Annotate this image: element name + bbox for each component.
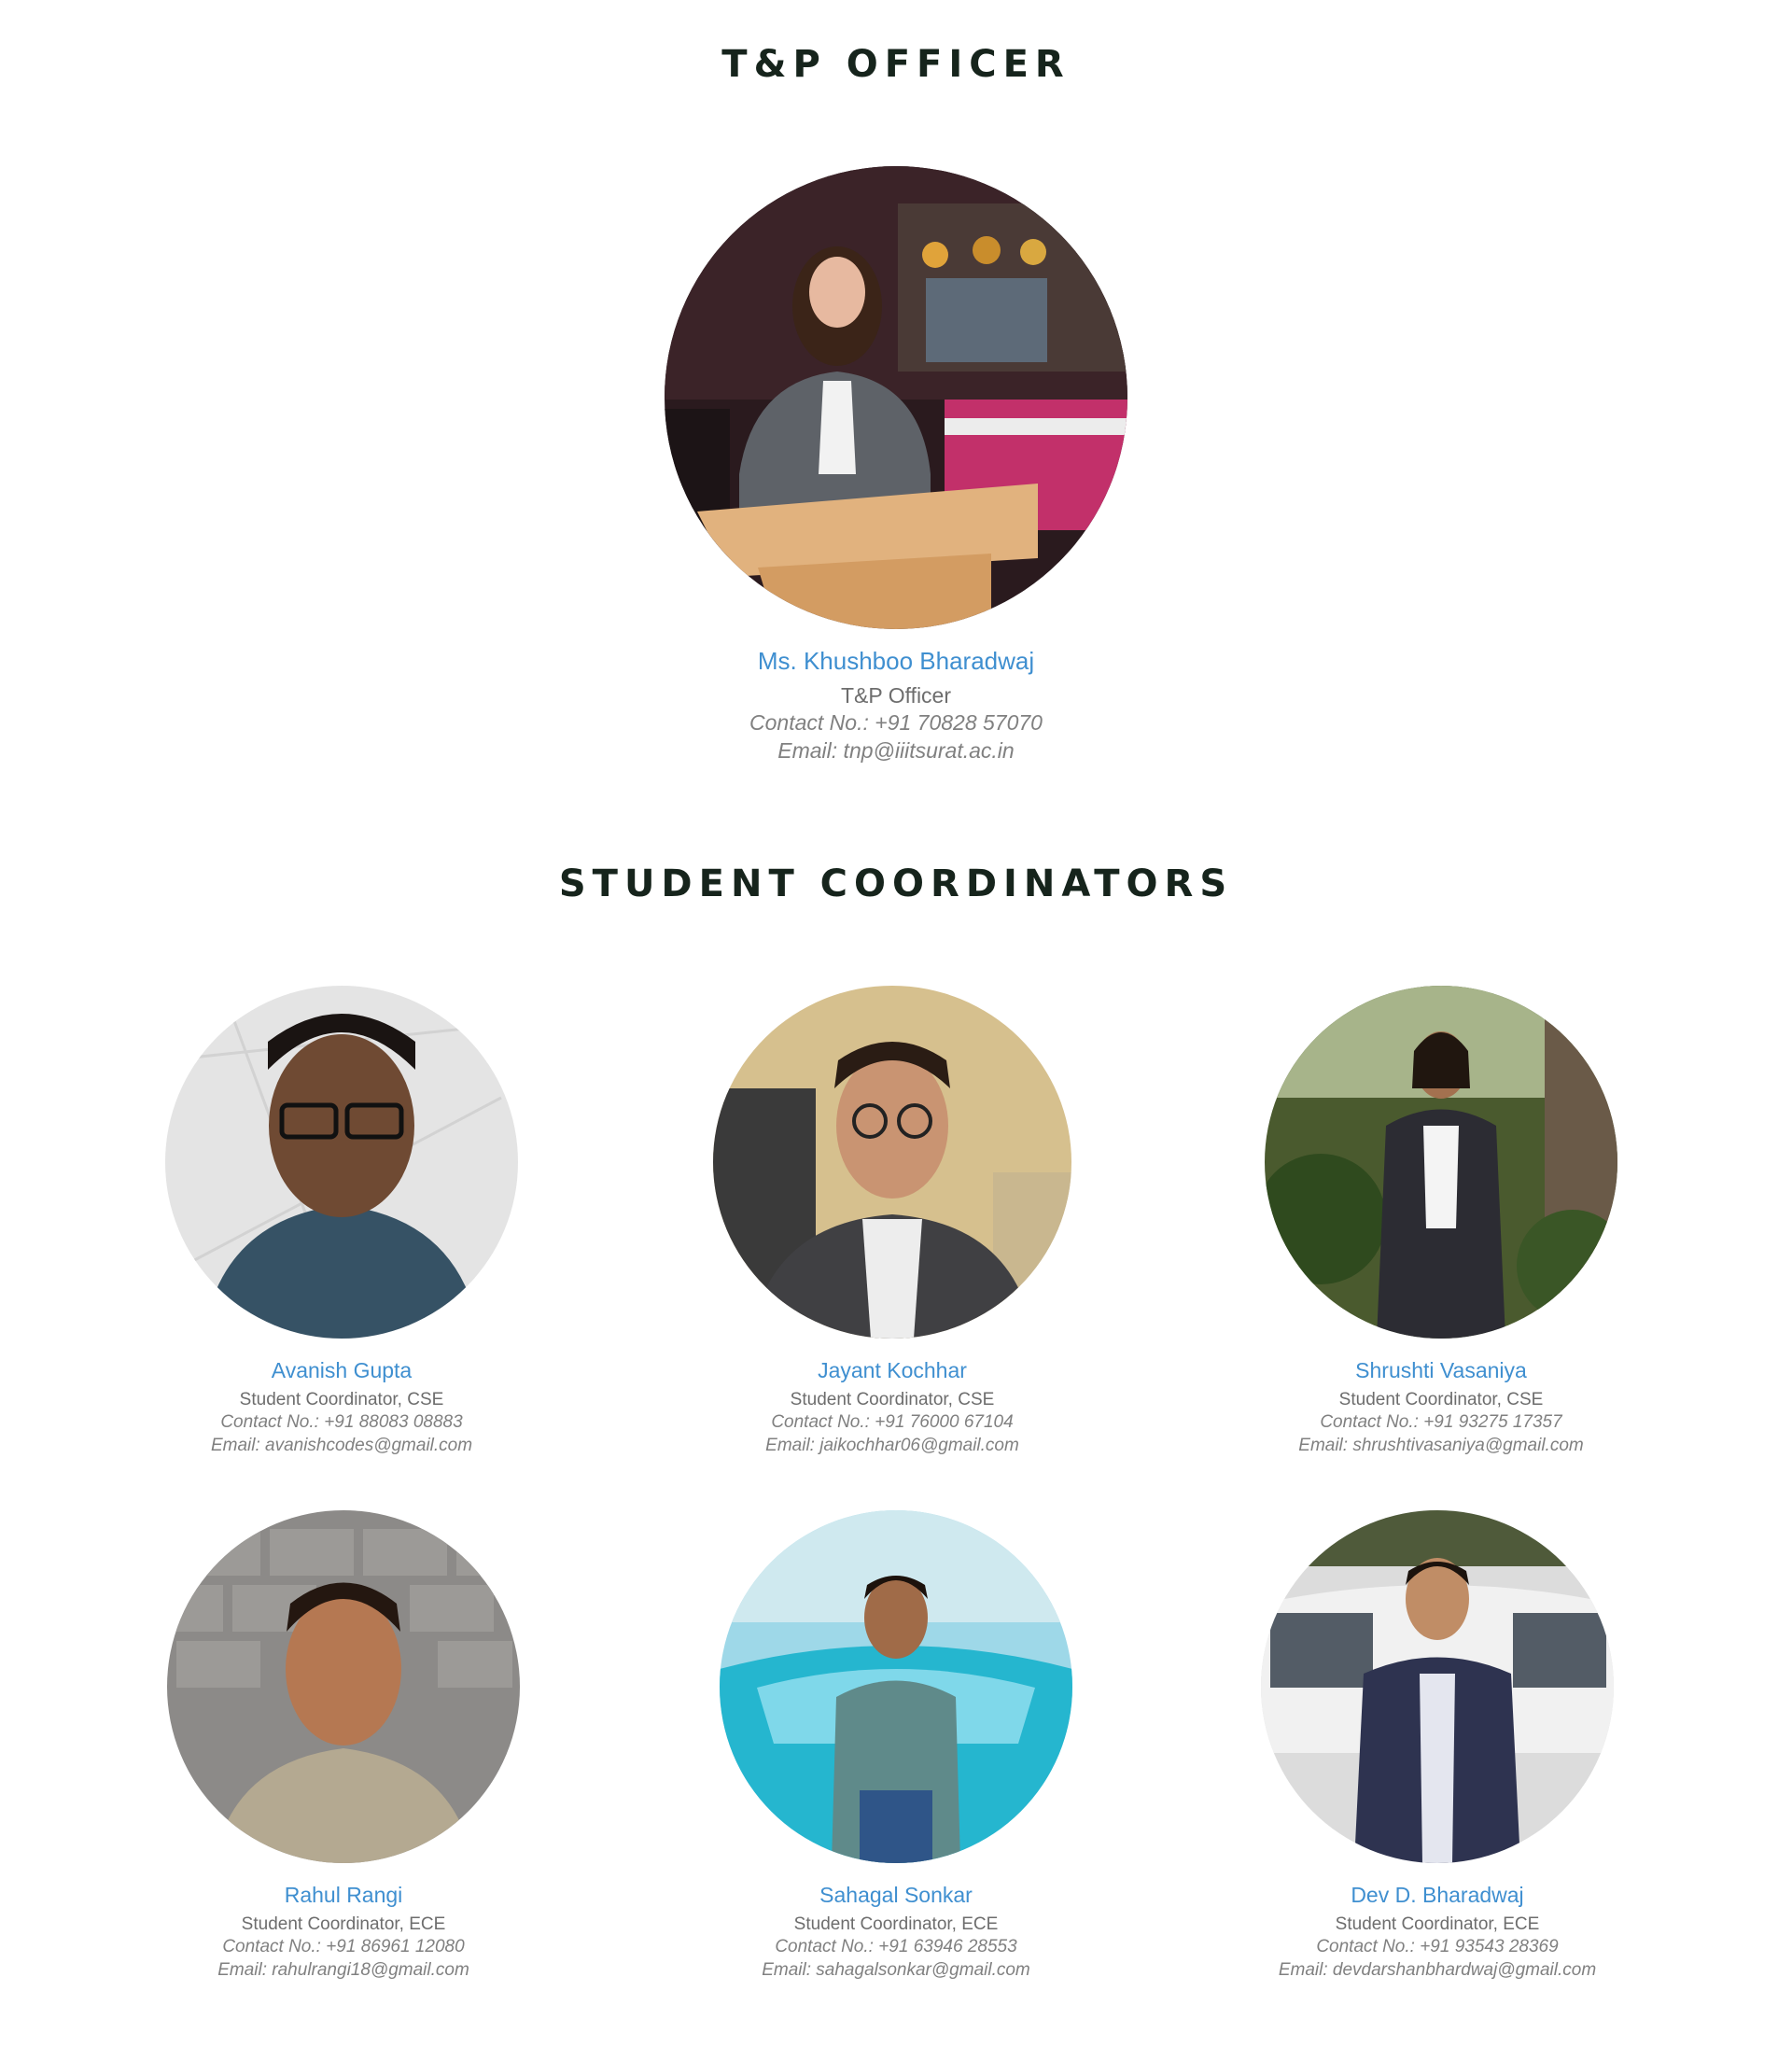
coordinator-photo bbox=[1261, 1510, 1614, 1863]
coordinator-photo bbox=[720, 1510, 1072, 1863]
coordinator-role: Student Coordinator, CSE bbox=[790, 1389, 995, 1409]
coordinator-contact: Contact No.: +91 93543 28369 bbox=[1316, 1937, 1559, 1957]
coordinator-contact: Contact No.: +91 76000 67104 bbox=[771, 1412, 1014, 1433]
coordinator-email[interactable]: Email: rahulrangi18@gmail.com bbox=[63, 1959, 623, 1983]
officer-card: Ms. Khushboo Bharadwaj T&P Officer Conta… bbox=[616, 166, 1176, 765]
coordinator-card: Avanish Gupta Student Coordinator, CSE C… bbox=[62, 986, 622, 1458]
coordinator-name: Rahul Rangi bbox=[284, 1883, 403, 1907]
coordinator-photo bbox=[713, 986, 1071, 1339]
coordinator-card: Rahul Rangi Student Coordinator, ECE Con… bbox=[63, 1510, 623, 1983]
coordinator-card: Dev D. Bharadwaj Student Coordinator, EC… bbox=[1157, 1510, 1717, 1983]
coordinator-email[interactable]: Email: shrushtivasaniya@gmail.com bbox=[1161, 1435, 1721, 1458]
coordinators-section-title: STUDENT COORDINATORS bbox=[558, 862, 1234, 905]
coordinator-name: Shrushti Vasaniya bbox=[1355, 1358, 1527, 1382]
coordinator-name: Jayant Kochhar bbox=[818, 1358, 967, 1382]
coordinator-role: Student Coordinator, CSE bbox=[239, 1389, 444, 1409]
coordinator-role: Student Coordinator, CSE bbox=[1338, 1389, 1544, 1409]
coordinator-email[interactable]: Email: sahagalsonkar@gmail.com bbox=[616, 1959, 1176, 1983]
officer-section-title: T&P OFFICER bbox=[721, 43, 1071, 86]
coordinator-photo bbox=[1265, 986, 1617, 1339]
coordinator-name: Dev D. Bharadwaj bbox=[1351, 1883, 1524, 1907]
officer-contact: Contact No.: +91 70828 57070 bbox=[749, 710, 1043, 736]
officer-email[interactable]: Email: tnp@iiitsurat.ac.in bbox=[616, 737, 1176, 765]
coordinator-role: Student Coordinator, ECE bbox=[793, 1914, 999, 1934]
officer-role: T&P Officer bbox=[840, 682, 952, 708]
coordinator-email[interactable]: Email: avanishcodes@gmail.com bbox=[62, 1435, 622, 1458]
coordinator-name: Sahagal Sonkar bbox=[819, 1883, 973, 1907]
coordinator-email[interactable]: Email: devdarshanbhardwaj@gmail.com bbox=[1157, 1959, 1717, 1983]
coordinator-role: Student Coordinator, ECE bbox=[1335, 1914, 1540, 1934]
coordinator-contact: Contact No.: +91 93275 17357 bbox=[1320, 1412, 1562, 1433]
coordinator-card: Sahagal Sonkar Student Coordinator, ECE … bbox=[616, 1510, 1176, 1983]
coordinator-photo bbox=[167, 1510, 520, 1863]
officer-name: Ms. Khushboo Bharadwaj bbox=[757, 647, 1035, 675]
coordinator-card: Shrushti Vasaniya Student Coordinator, C… bbox=[1161, 986, 1721, 1458]
coordinator-email[interactable]: Email: jaikochhar06@gmail.com bbox=[612, 1435, 1172, 1458]
coordinator-contact: Contact No.: +91 63946 28553 bbox=[775, 1937, 1017, 1957]
coordinator-contact: Contact No.: +91 88083 08883 bbox=[220, 1412, 463, 1433]
officer-photo bbox=[665, 166, 1127, 629]
coordinator-contact: Contact No.: +91 86961 12080 bbox=[222, 1937, 465, 1957]
coordinator-card: Jayant Kochhar Student Coordinator, CSE … bbox=[612, 986, 1172, 1458]
coordinator-photo bbox=[165, 986, 518, 1339]
coordinator-role: Student Coordinator, ECE bbox=[241, 1914, 446, 1934]
coordinator-name: Avanish Gupta bbox=[271, 1358, 413, 1382]
